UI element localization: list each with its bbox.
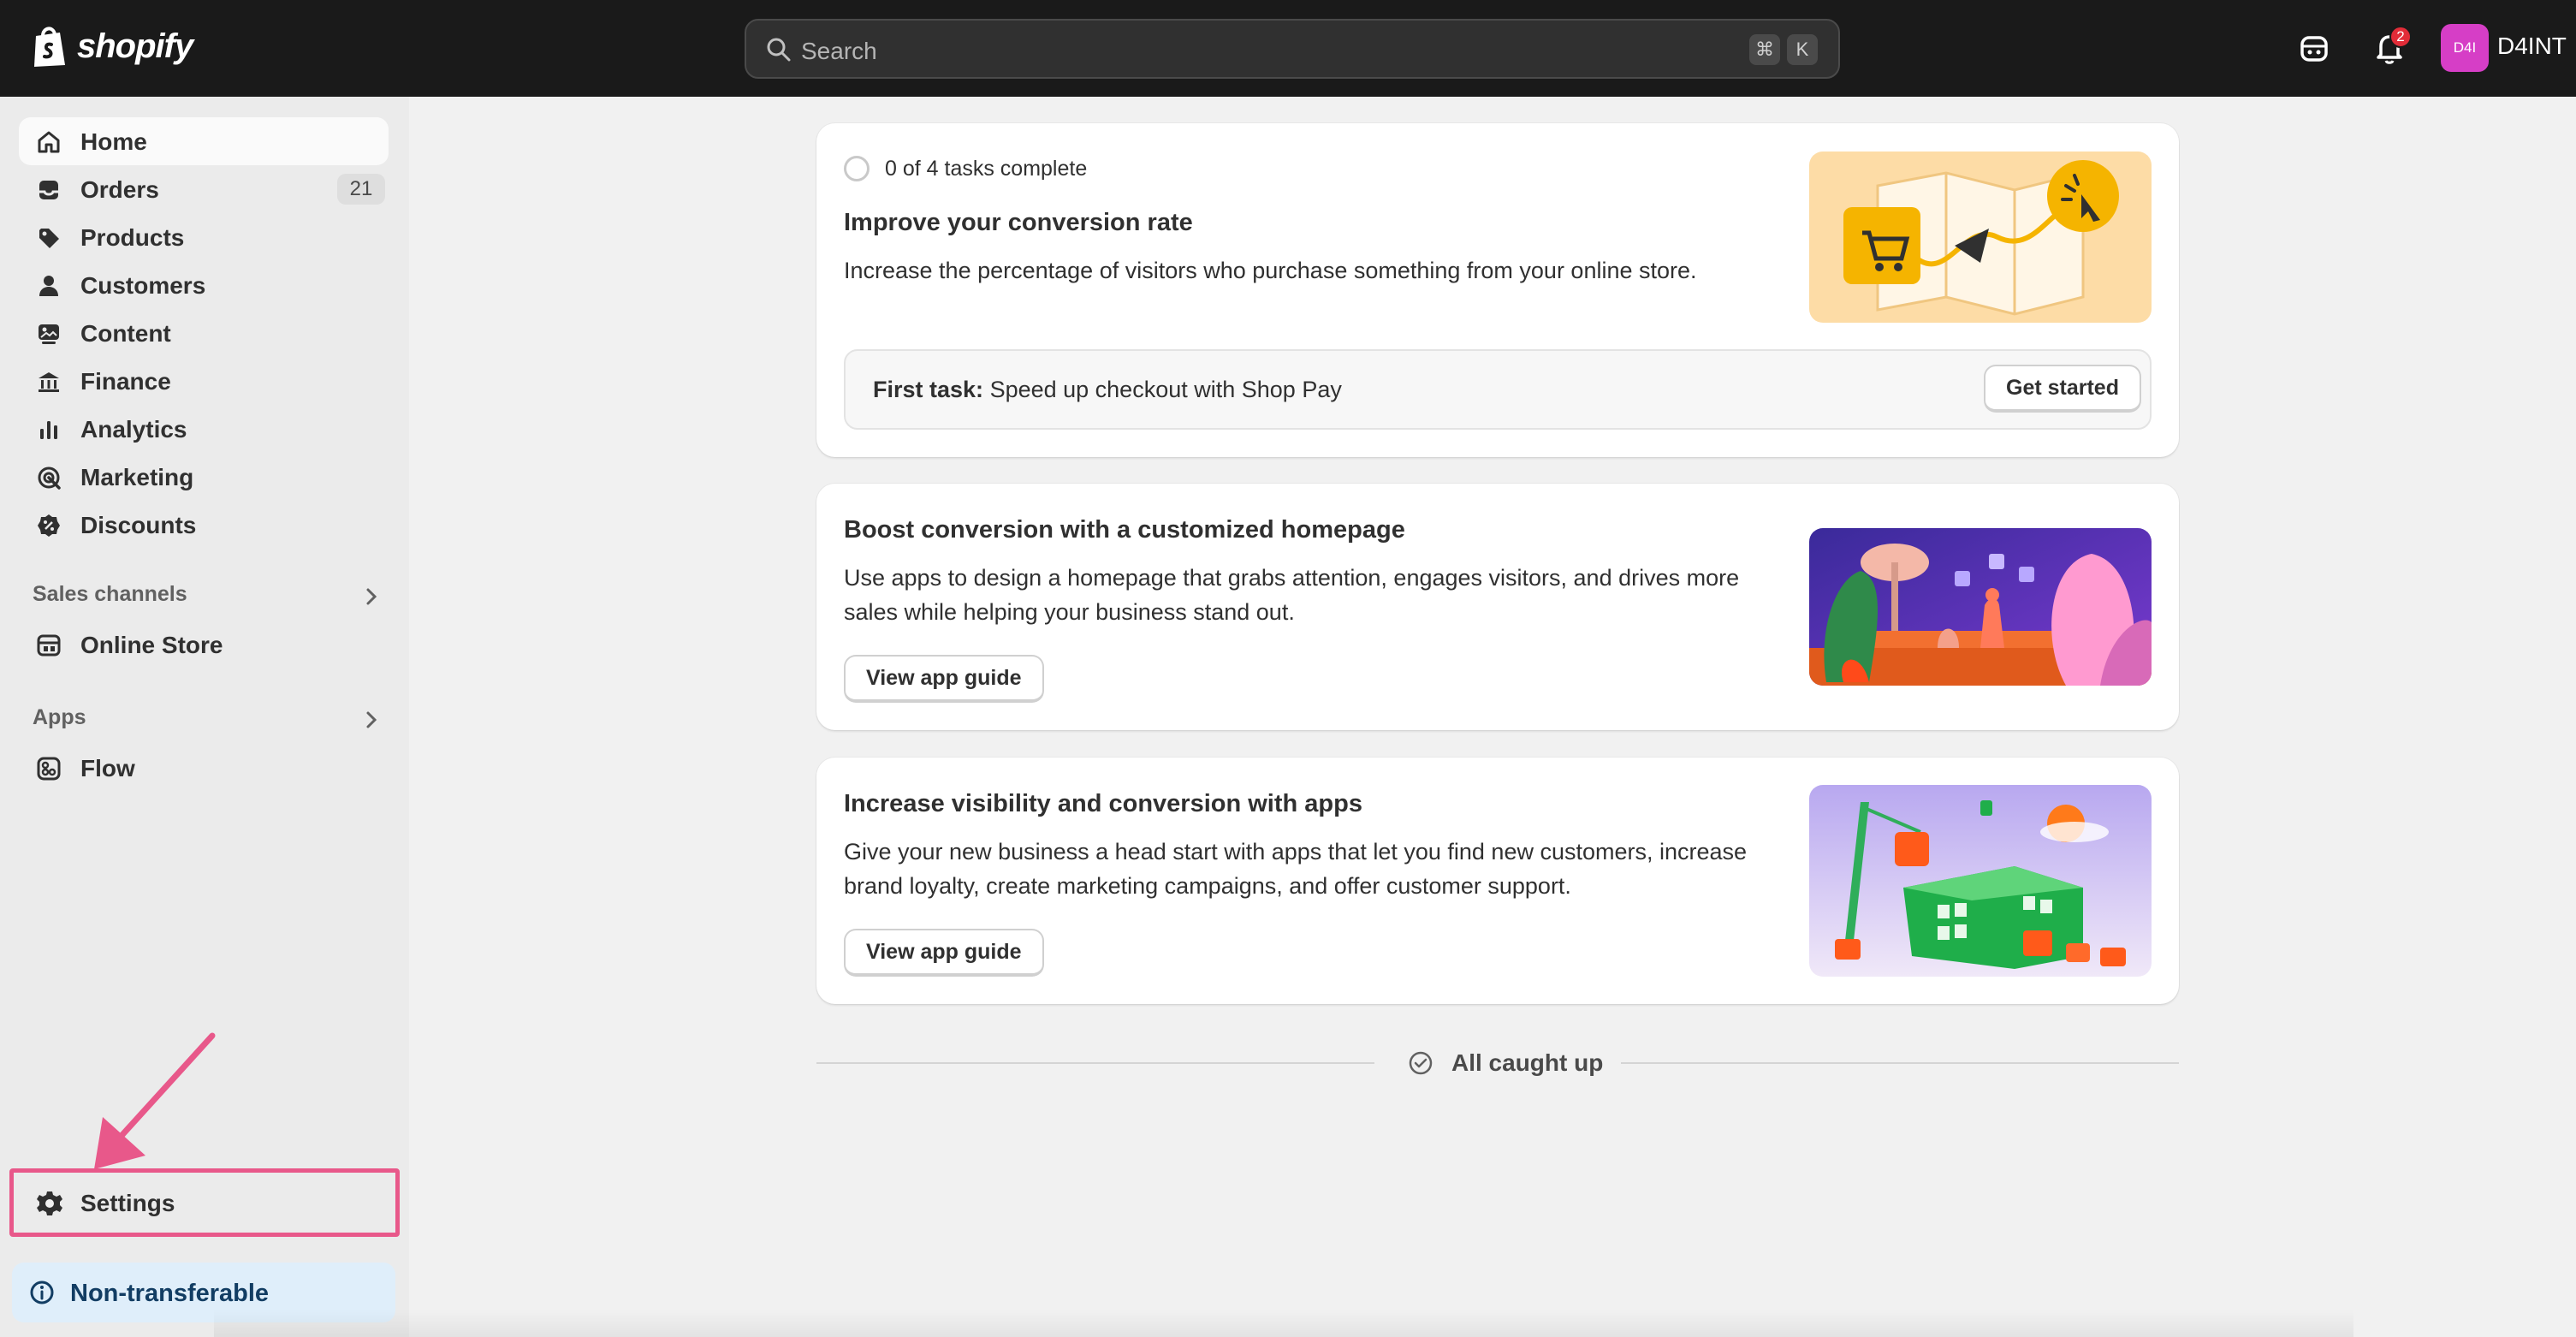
task-prefix: First task: xyxy=(873,377,984,402)
apps-title[interactable]: Apps xyxy=(33,705,86,730)
top-bar: shopify Search ⌘ K 2 D4I D4INT xyxy=(0,0,2576,97)
shopify-logo[interactable]: shopify xyxy=(31,24,193,68)
bottom-shadow xyxy=(214,1310,2353,1337)
task-name: Speed up checkout with Shop Pay xyxy=(989,377,1342,402)
sidebar-item-label: Orders xyxy=(80,176,159,203)
image-icon xyxy=(39,324,59,344)
store-assistant-icon[interactable] xyxy=(2295,29,2333,67)
first-task-box: First task: Speed up checkout with Shop … xyxy=(844,349,2152,430)
sidebar-item-orders[interactable]: Orders 21 xyxy=(19,165,389,213)
progress-ring-icon xyxy=(844,156,870,181)
home-icon xyxy=(38,131,60,153)
orders-count-badge: 21 xyxy=(337,174,385,205)
check-circle-icon xyxy=(1409,1051,1433,1075)
sidebar-item-label: Products xyxy=(80,224,185,251)
annotation-arrow xyxy=(94,1032,216,1169)
shopify-wordmark: shopify xyxy=(77,27,193,65)
sidebar-item-online-store[interactable]: Online Store xyxy=(19,621,389,668)
store-building-illustration xyxy=(1809,785,2152,977)
storefront-icon xyxy=(37,634,61,657)
discount-icon xyxy=(38,514,60,537)
task-progress: 0 of 4 tasks complete xyxy=(844,156,1087,181)
customized-homepage-card: Boost conversion with a customized homep… xyxy=(816,484,2179,730)
progress-text: 0 of 4 tasks complete xyxy=(885,156,1088,181)
view-app-guide-button[interactable]: View app guide xyxy=(844,655,1044,703)
target-icon xyxy=(38,466,61,490)
sidebar-item-content[interactable]: Content xyxy=(19,309,389,357)
flow-icon xyxy=(37,757,61,781)
visibility-apps-card: Increase visibility and conversion with … xyxy=(816,758,2179,1004)
inbox-icon xyxy=(39,181,58,199)
chevron-right-icon[interactable] xyxy=(359,708,383,732)
bank-icon xyxy=(39,372,59,392)
sidebar-item-label: Content xyxy=(80,320,171,347)
card-title: Boost conversion with a customized homep… xyxy=(844,516,1405,544)
notification-badge: 2 xyxy=(2389,26,2412,48)
sidebar-item-home[interactable]: Home xyxy=(19,117,389,165)
sidebar-item-label: Flow xyxy=(80,755,135,781)
shopify-bag-icon xyxy=(34,27,65,67)
shortcut-command-key: ⌘ xyxy=(1749,34,1780,65)
tag-icon xyxy=(39,229,59,248)
sidebar-item-label: Analytics xyxy=(80,416,187,443)
avatar[interactable]: D4I xyxy=(2441,24,2489,72)
person-icon xyxy=(39,276,58,296)
card-description: Give your new business a head start with… xyxy=(844,839,1748,899)
sales-channels-title[interactable]: Sales channels xyxy=(33,582,187,607)
divider-line xyxy=(1621,1062,2179,1064)
search-bar[interactable]: Search ⌘ K xyxy=(745,19,1840,79)
sidebar-item-analytics[interactable]: Analytics xyxy=(19,405,389,453)
view-app-guide-button[interactable]: View app guide xyxy=(844,929,1044,977)
card-title: Improve your conversion rate xyxy=(844,209,1193,236)
sidebar-item-flow[interactable]: Flow xyxy=(19,744,389,792)
search-icon xyxy=(767,38,791,62)
sidebar-item-label: Online Store xyxy=(80,632,223,658)
settings-highlight-box xyxy=(9,1168,400,1237)
sidebar-item-label: Marketing xyxy=(80,464,194,490)
sidebar-item-label: Customers xyxy=(80,272,206,299)
map-cart-illustration xyxy=(1809,152,2152,323)
sidebar-item-products[interactable]: Products xyxy=(19,213,389,261)
conversion-rate-card: 0 of 4 tasks complete Improve your conve… xyxy=(816,123,2179,457)
sidebar-item-label: Discounts xyxy=(80,512,197,538)
card-description: Use apps to design a homepage that grabs… xyxy=(844,565,1740,625)
get-started-button[interactable]: Get started xyxy=(1984,365,2141,413)
bar-chart-icon xyxy=(40,421,57,439)
card-title: Increase visibility and conversion with … xyxy=(844,790,1362,817)
homepage-stage-illustration xyxy=(1809,528,2152,686)
divider-line xyxy=(816,1062,1374,1064)
sidebar-item-marketing[interactable]: Marketing xyxy=(19,453,389,501)
info-icon xyxy=(30,1281,54,1304)
search-placeholder: Search xyxy=(801,38,877,64)
sidebar-item-label: Home xyxy=(80,128,147,155)
all-caught-up-text: All caught up xyxy=(1451,1049,1604,1076)
chevron-right-icon[interactable] xyxy=(359,585,383,609)
non-transferable-label: Non-transferable xyxy=(70,1280,270,1307)
store-name[interactable]: D4INT xyxy=(2497,33,2567,60)
sidebar-item-label: Finance xyxy=(80,368,171,395)
sidebar-item-finance[interactable]: Finance xyxy=(19,357,389,405)
sidebar-item-discounts[interactable]: Discounts xyxy=(19,501,389,549)
card-description: Increase the percentage of visitors who … xyxy=(844,258,1697,283)
first-task-text: First task: Speed up checkout with Shop … xyxy=(873,377,1342,403)
shortcut-k-key: K xyxy=(1787,34,1818,65)
sidebar-item-customers[interactable]: Customers xyxy=(19,261,389,309)
all-caught-up-divider: All caught up xyxy=(816,1046,2179,1080)
